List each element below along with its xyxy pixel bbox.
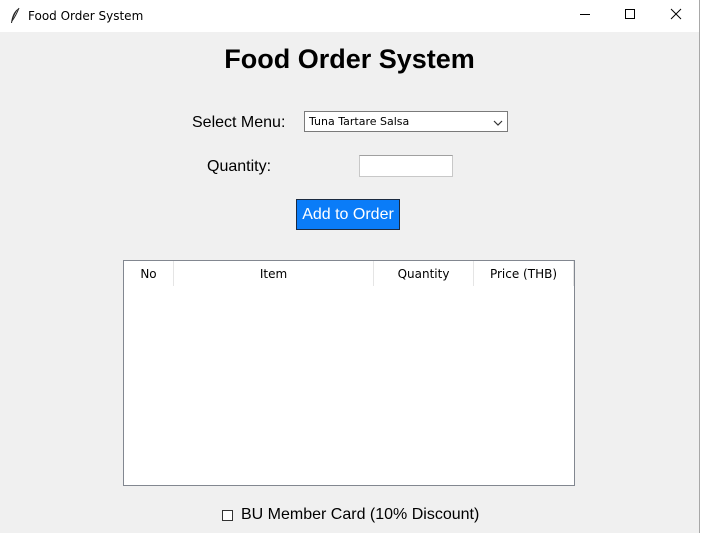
minimize-icon [579,7,591,25]
quantity-input[interactable] [359,155,453,177]
member-card-checkbox[interactable] [222,509,233,521]
menu-select-value: Tuna Tartare Salsa [309,115,410,128]
chevron-down-icon[interactable] [492,116,504,128]
window-title: Food Order System [28,9,144,23]
close-icon [670,7,682,25]
column-header-no[interactable]: No [124,261,174,286]
menu-label: Select Menu: [192,114,286,131]
add-to-order-button[interactable]: Add to Order [296,199,400,230]
page-title: Food Order System [224,44,475,74]
app-window: Food Order System Food Order System Sele… [0,0,700,533]
menu-select[interactable]: Tuna Tartare Salsa [304,111,508,132]
order-table-header: No Item Quantity Price (THB) [124,261,574,286]
maximize-button[interactable] [607,0,653,32]
column-header-item[interactable]: Item [174,261,374,286]
minimize-button[interactable] [562,0,608,32]
maximize-icon [624,7,636,25]
member-card-option[interactable]: BU Member Card (10% Discount) [222,506,479,524]
column-header-price[interactable]: Price (THB) [474,261,574,286]
column-header-quantity[interactable]: Quantity [374,261,474,286]
order-table[interactable]: No Item Quantity Price (THB) [123,260,575,486]
quantity-label: Quantity: [207,158,272,175]
feather-icon [8,7,22,25]
close-button[interactable] [653,0,699,32]
order-table-body[interactable] [124,286,574,485]
title-bar[interactable]: Food Order System [0,0,699,32]
member-card-label[interactable]: BU Member Card (10% Discount) [241,506,479,524]
